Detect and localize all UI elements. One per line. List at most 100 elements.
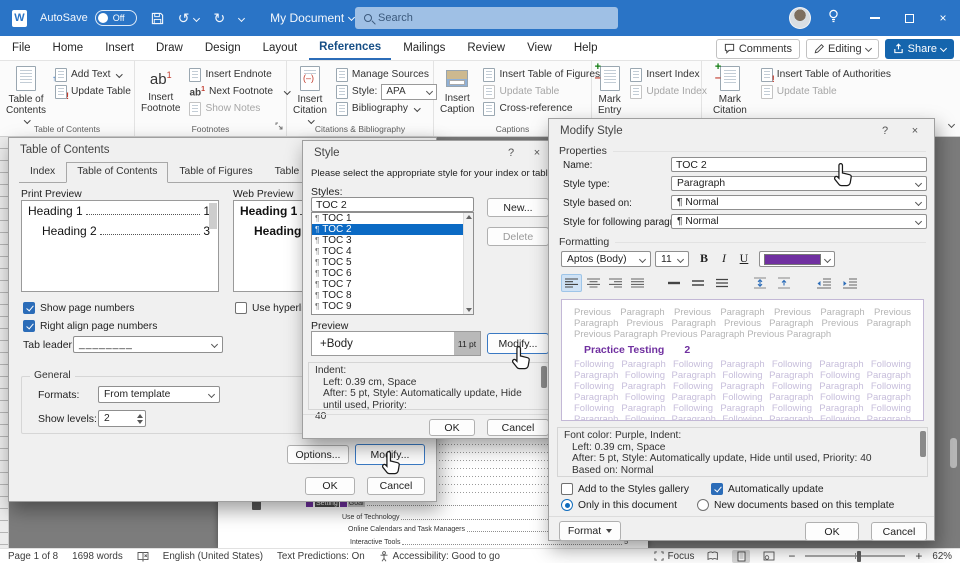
preview-scrollbar-thumb[interactable] [209, 203, 217, 229]
automatically-update-checkbox[interactable]: Automatically update [711, 483, 824, 495]
help-icon[interactable]: ? [502, 145, 520, 161]
show-levels-spinner[interactable]: 2 [98, 410, 146, 427]
bibliography-button[interactable]: Bibliography [333, 100, 440, 117]
autosave-toggle[interactable]: Off [95, 10, 137, 26]
cancel-button[interactable]: Cancel [871, 522, 927, 541]
single-spacing-button[interactable] [663, 274, 684, 292]
list-item[interactable]: ¶TOC 5 [312, 257, 473, 268]
only-in-document-radio[interactable]: Only in this document [561, 499, 677, 511]
format-button[interactable]: Format [559, 521, 621, 541]
one-half-spacing-button[interactable] [687, 274, 708, 292]
next-footnote-button[interactable]: ab1Next Footnote [186, 83, 292, 100]
increase-indent-button[interactable] [839, 274, 860, 292]
tab-design[interactable]: Design [195, 36, 251, 60]
close-icon[interactable]: × [906, 123, 924, 139]
italic-button[interactable]: I [715, 250, 733, 267]
list-item[interactable]: ¶TOC 9 [312, 301, 473, 312]
insert-footnote-button[interactable]: ab1 Insert Footnote [141, 64, 180, 114]
citation-style-select[interactable]: APA [381, 84, 437, 100]
list-item[interactable]: ¶TOC 1 [312, 213, 473, 224]
maximize-button[interactable] [892, 0, 926, 36]
show-page-numbers-checkbox[interactable]: Show page numbers [23, 302, 134, 314]
help-icon[interactable]: ? [876, 123, 894, 139]
mark-entry-button[interactable]: Mark Entry [598, 64, 621, 116]
font-color-select[interactable] [759, 251, 835, 267]
decrease-paragraph-spacing-button[interactable] [773, 274, 794, 292]
ok-button[interactable]: OK [805, 522, 859, 541]
tab-table-of-figures[interactable]: Table of Figures [168, 162, 263, 182]
cancel-button[interactable]: Cancel [487, 419, 549, 436]
new-style-button[interactable]: New... [487, 198, 549, 217]
tab-index[interactable]: Index [19, 162, 66, 182]
tab-review[interactable]: Review [457, 36, 515, 60]
double-spacing-button[interactable] [711, 274, 732, 292]
manage-sources-button[interactable]: Manage Sources [333, 66, 440, 83]
mark-citation-button[interactable]: Mark Citation [708, 64, 752, 116]
print-layout-icon[interactable] [732, 550, 750, 563]
page-indicator[interactable]: Page 1 of 8 [8, 551, 58, 562]
tab-references[interactable]: References [309, 36, 391, 60]
tab-home[interactable]: Home [43, 36, 94, 60]
user-avatar[interactable] [789, 7, 811, 29]
search-input[interactable]: Search [355, 7, 618, 29]
list-item-selected[interactable]: ¶TOC 2 [312, 224, 473, 235]
insert-citation-button[interactable]: Insert Citation [293, 64, 327, 127]
zoom-slider[interactable] [805, 555, 905, 557]
underline-button[interactable]: U [735, 250, 753, 267]
zoom-in-button[interactable]: + [915, 549, 922, 563]
tab-leader-select[interactable]: ________ [73, 336, 223, 353]
insert-index-button[interactable]: Insert Index [627, 66, 710, 83]
footnotes-dialog-launcher-icon[interactable] [275, 121, 283, 133]
spinner-arrows[interactable] [137, 414, 143, 424]
add-text-button[interactable]: Add Text [52, 66, 134, 83]
tab-file[interactable]: File [2, 36, 41, 60]
zoom-slider-thumb[interactable] [857, 551, 861, 562]
text-predictions[interactable]: Text Predictions: On [277, 551, 365, 562]
undo-icon[interactable]: ↺ [178, 11, 200, 25]
list-item[interactable]: ¶TOC 4 [312, 246, 473, 257]
tab-draw[interactable]: Draw [146, 36, 193, 60]
share-button[interactable]: Share [885, 39, 954, 59]
list-item[interactable]: ¶TOC 3 [312, 235, 473, 246]
presence-icon[interactable] [827, 9, 840, 27]
decrease-indent-button[interactable] [813, 274, 834, 292]
redo-icon[interactable]: ↻ [213, 11, 225, 25]
tab-mailings[interactable]: Mailings [393, 36, 455, 60]
zoom-out-button[interactable]: − [788, 549, 795, 563]
accessibility-status[interactable]: Accessibility: Good to go [379, 551, 500, 562]
vertical-scrollbar-thumb[interactable] [950, 438, 957, 468]
tab-help[interactable]: Help [564, 36, 608, 60]
insert-table-of-figures-button[interactable]: Insert Table of Figures [480, 66, 603, 83]
align-center-button[interactable] [583, 274, 604, 292]
focus-mode-button[interactable]: Focus [654, 551, 695, 562]
read-mode-icon[interactable] [704, 550, 722, 563]
cancel-button[interactable]: Cancel [367, 477, 425, 495]
style-based-on-select[interactable]: ¶ Normal [671, 195, 927, 210]
style-following-select[interactable]: ¶ Normal [671, 214, 927, 229]
new-documents-radio[interactable]: New documents based on this template [697, 499, 894, 511]
description-scrollbar-thumb[interactable] [920, 431, 926, 457]
close-window-button[interactable]: × [926, 0, 960, 36]
document-title[interactable]: My Document [270, 11, 354, 25]
font-family-select[interactable]: Aptos (Body) [561, 251, 651, 267]
description-scrollbar-thumb[interactable] [541, 366, 547, 388]
tab-layout[interactable]: Layout [253, 36, 308, 60]
zoom-level[interactable]: 62% [932, 551, 952, 562]
options-button[interactable]: Options... [287, 445, 349, 464]
proofing-icon[interactable] [137, 551, 149, 562]
close-icon[interactable]: × [528, 145, 546, 161]
table-of-contents-button[interactable]: Table of Contents [6, 64, 46, 127]
style-name-field[interactable] [671, 157, 927, 172]
tab-insert[interactable]: Insert [95, 36, 144, 60]
ok-button[interactable]: OK [429, 419, 475, 436]
increase-paragraph-spacing-button[interactable] [749, 274, 770, 292]
comments-button[interactable]: Comments [716, 39, 800, 59]
update-table-button[interactable]: Update Table [52, 83, 134, 100]
save-icon[interactable] [151, 12, 164, 25]
toc-control-icon[interactable] [252, 501, 261, 510]
toolbar-overflow-icon[interactable] [239, 11, 244, 25]
editing-mode-button[interactable]: Editing [806, 39, 879, 59]
align-right-button[interactable] [605, 274, 626, 292]
add-to-gallery-checkbox[interactable]: Add to the Styles gallery [561, 483, 689, 495]
insert-caption-button[interactable]: Insert Caption [440, 64, 474, 115]
